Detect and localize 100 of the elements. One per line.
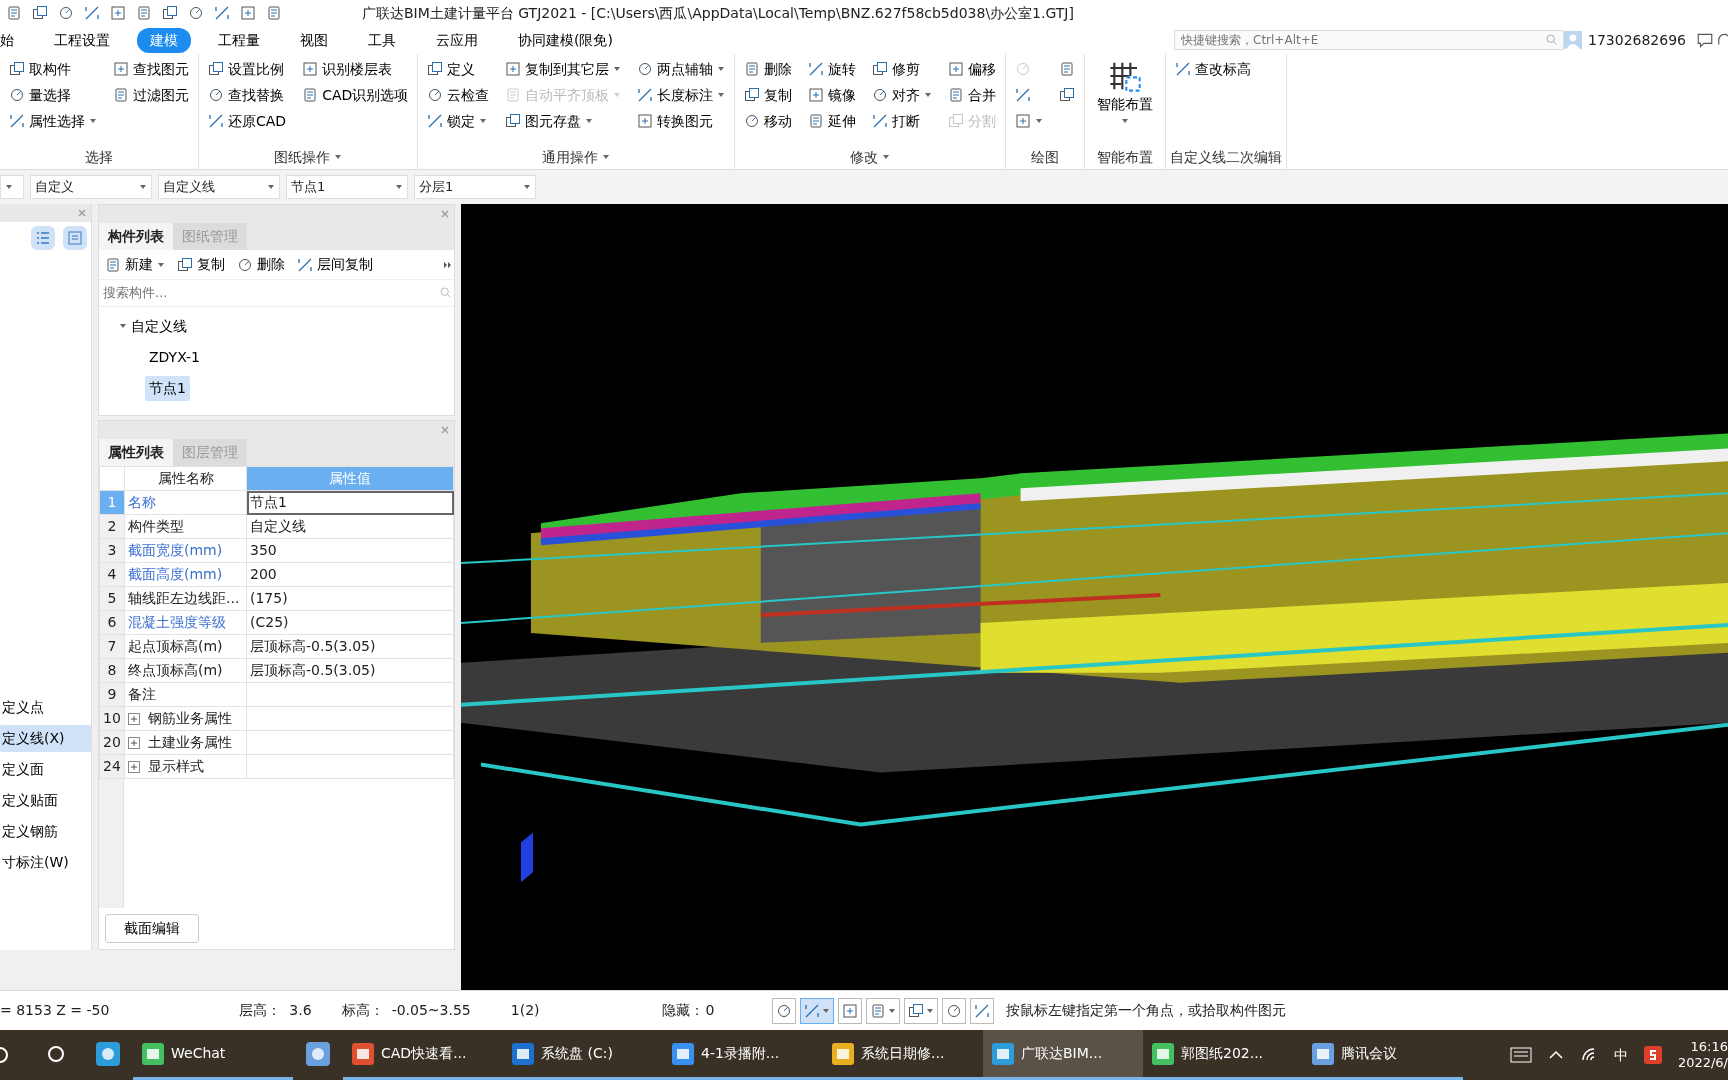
taskbar-item[interactable]: 郭图纸202... [1143,1030,1303,1080]
status-tool-button[interactable] [800,997,835,1024]
menu-tab[interactable]: 工具 [355,27,409,53]
close-icon[interactable] [77,208,87,218]
caret-icon [139,183,147,191]
start-icon[interactable] [0,1046,9,1064]
expand-icon[interactable] [128,736,140,749]
taskbar-item[interactable]: 4-1录播附... [663,1030,823,1080]
app-icon [141,1041,165,1066]
dropdown-field[interactable]: 自定义线 [158,175,280,199]
dropdown-field[interactable] [0,175,24,199]
ribbon-tool-button[interactable]: 定义 [422,56,495,82]
tree-node[interactable]: 自定义线 [115,313,191,339]
ribbon-tool-button[interactable]: 查改标高 [1170,56,1257,82]
ribbon-tool-button[interactable]: 打断 [867,108,938,134]
dropdown-field[interactable]: 分层1 [414,175,536,199]
view-toggle-button[interactable] [63,226,87,250]
taskbar-item[interactable]: 广联达BIM... [983,1030,1143,1080]
ribbon-tool-button[interactable]: 过滤图元 [108,82,194,108]
ribbon-tool-button[interactable]: 还原CAD [203,108,292,134]
sidebar-item[interactable]: 定义面 [0,756,91,783]
ribbon-tool-button[interactable]: 量选择 [4,82,102,108]
tree-item[interactable]: 节点1 [145,375,190,401]
ribbon-tool-button[interactable]: 长度标注 [632,82,731,108]
ribbon-tool-button[interactable]: 图元存盘 [500,108,627,134]
menu-tab[interactable]: 协同建模(限免) [505,27,626,53]
smart-layout-button[interactable]: 智能布置 [1089,56,1162,129]
ribbon-tool-button[interactable]: 旋转 [803,56,862,82]
sidebar-item[interactable]: 定义点 [0,694,91,721]
more-icon[interactable] [443,259,452,270]
ribbon-tool-button[interactable]: 镜像 [803,82,862,108]
status-tool-button[interactable] [904,997,939,1024]
sidebar-item[interactable]: 定义钢筋 [0,818,91,845]
toolbar-button[interactable]: 复制 [173,254,229,275]
row-number: 6 [99,610,125,635]
section-edit-button[interactable]: 截面编辑 [105,914,199,943]
property-name: 钢筋业务属性 [148,709,232,728]
sidebar-item[interactable]: 定义贴面 [0,787,91,814]
sidebar-item[interactable]: 定义线(X) [0,725,91,752]
menu-tab[interactable]: 云应用 [423,27,491,53]
toolbar-button[interactable]: 新建 [101,254,169,275]
ribbon-tool-button[interactable]: 转换图元 [632,108,731,134]
menu-tab[interactable]: 工程量 [205,27,273,53]
user-name: 17302682696 [1588,30,1686,50]
ribbon-tool-button[interactable]: 复制到其它层 [500,56,627,82]
status-tool-button[interactable] [942,997,967,1024]
ribbon-tool-button[interactable]: 合并 [943,82,1002,108]
ribbon-tool-button[interactable]: 修剪 [867,56,938,82]
menu-tab[interactable]: 工程设置 [41,27,123,53]
group-label[interactable]: 修改 [739,145,1002,169]
ribbon-tool-button[interactable]: 延伸 [803,108,862,134]
tool-icon [427,61,444,77]
search-field[interactable]: 快捷键搜索，Ctrl+Alt+E [1174,30,1564,50]
ribbon-tool-button[interactable]: 偏移 [943,56,1002,82]
ribbon-tool-button[interactable]: 识别楼层表 [297,56,414,82]
input-method[interactable]: 中 [1613,1044,1628,1066]
ribbon-tool-button[interactable]: 两点辅轴 [632,56,731,82]
taskbar-item[interactable]: 系统盘 (C:) [503,1030,663,1080]
ribbon-tool-button[interactable]: 复制 [739,82,798,108]
chat-icon[interactable] [1696,31,1714,49]
ribbon-tool-button[interactable]: 对齐 [867,82,938,108]
ribbon-tool-button[interactable]: 取构件 [4,56,102,82]
panel-tab[interactable]: 属性列表 [99,439,173,466]
news-icon[interactable] [1509,1045,1532,1065]
property-name: 终点顶标高(m) [128,661,223,680]
panel-tab[interactable]: 构件列表 [99,223,173,250]
ribbon-tool-button[interactable]: 查找图元 [108,56,194,82]
ribbon-tool-button[interactable]: 锁定 [422,108,495,134]
group-label[interactable]: 图纸操作 [203,145,414,169]
menu-tab[interactable]: 始 [0,27,27,53]
toolbar-button[interactable]: 层间复制 [293,254,377,275]
close-icon[interactable] [440,209,450,219]
ribbon-tool-button[interactable]: 移动 [739,108,798,134]
ime-icon[interactable] [1643,1046,1662,1064]
taskbar-item[interactable]: 腾讯会议 [1303,1030,1463,1080]
expand-icon[interactable] [128,712,140,725]
view-toggle-button[interactable] [31,226,55,250]
ribbon-tool-button[interactable]: 删除 [739,56,798,82]
toolbar-button[interactable]: 删除 [233,254,289,275]
property-value: 自定义线 [246,514,454,539]
taskbar-item[interactable]: CAD快速看... [343,1030,503,1080]
ribbon-tool-button[interactable]: CAD识别选项 [297,82,414,108]
menu-tab[interactable]: 视图 [287,27,341,53]
ribbon-tool-button[interactable]: 云检查 [422,82,495,108]
tool-icon [427,113,444,129]
tool-icon [302,61,319,77]
property-value[interactable]: 节点1 [246,490,454,515]
dropdown-field[interactable]: 自定义 [30,175,152,199]
status-tool-button[interactable] [772,997,797,1024]
ribbon-tool-button[interactable]: 属性选择 [4,108,102,134]
close-icon[interactable] [440,425,450,435]
dropdown-field[interactable]: 节点1 [286,175,408,199]
ribbon-tool-button[interactable]: 设置比例 [203,56,292,82]
group-label[interactable]: 通用操作 [422,145,731,169]
ribbon-tool-button[interactable]: 查找替换 [203,82,292,108]
expand-icon[interactable] [128,760,140,773]
taskbar-item[interactable]: WeChat [133,1030,293,1080]
row-number: 1 [99,490,125,515]
sidebar-item[interactable]: 寸标注(W) [0,849,91,876]
tree-item[interactable]: ZDYX-1 [145,344,204,370]
